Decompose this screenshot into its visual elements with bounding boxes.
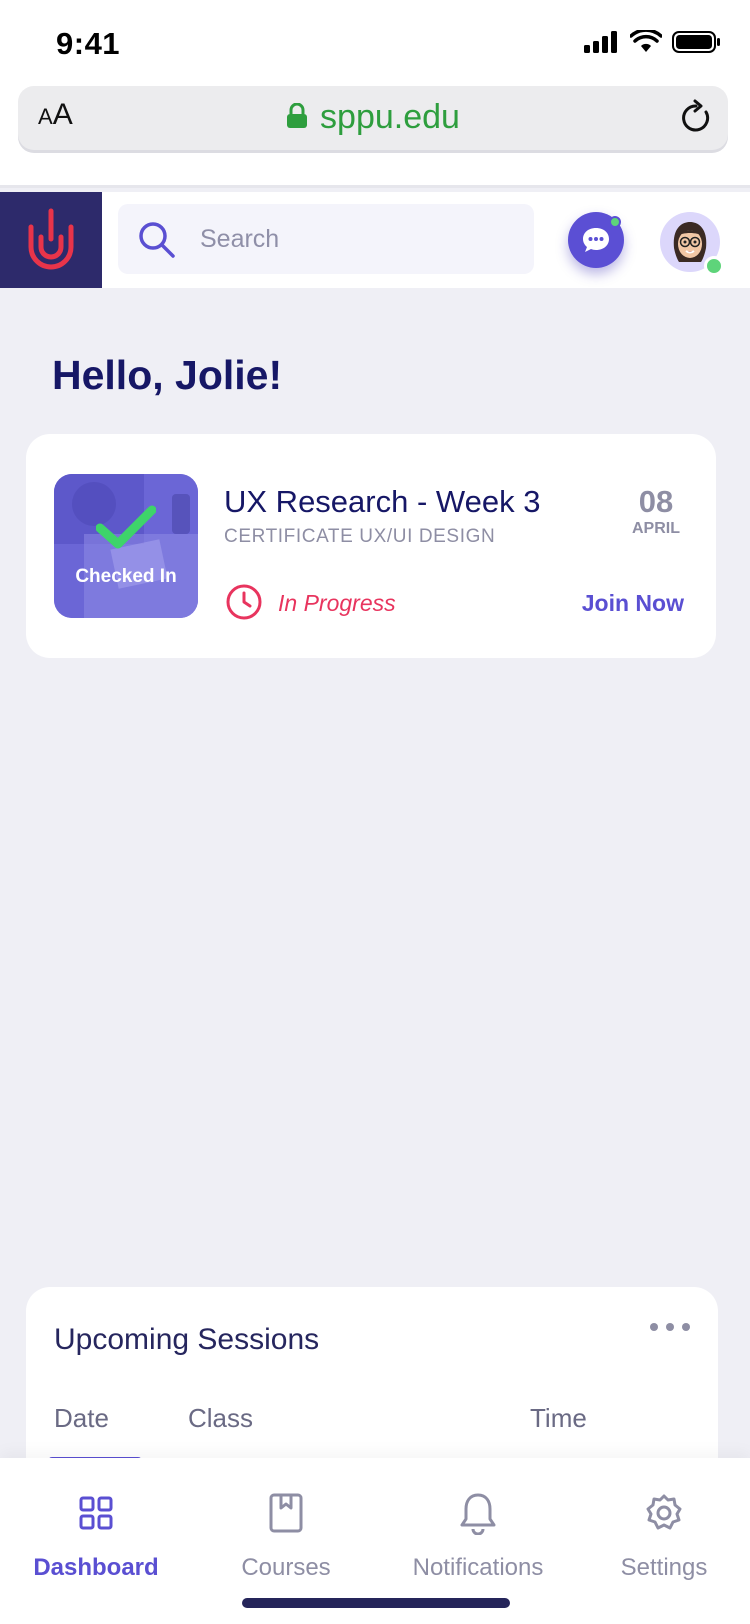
nav-item-settings[interactable]: Settings (574, 1488, 750, 1582)
nav-label-notifications: Notifications (412, 1554, 544, 1581)
checked-in-label: Checked In (75, 566, 177, 587)
reload-icon[interactable] (678, 98, 714, 138)
more-options-icon[interactable] (650, 1323, 690, 1331)
wifi-icon (630, 30, 662, 52)
status-time: 9:41 (56, 26, 121, 61)
chat-icon (583, 228, 609, 252)
session-status: In Progress (278, 590, 396, 616)
session-day: 08 (638, 484, 674, 519)
gear-icon (646, 1494, 682, 1530)
checkmark-icon (96, 505, 156, 549)
bottom-navigation: Dashboard Courses Notifications Settings (0, 1458, 750, 1624)
user-avatar[interactable] (660, 212, 724, 276)
url-display[interactable]: sppu.edu (18, 98, 728, 137)
bell-icon (460, 1493, 496, 1535)
clock-icon (226, 584, 262, 620)
book-icon (269, 1493, 303, 1533)
lock-icon (287, 103, 308, 129)
nav-item-courses[interactable]: Courses (196, 1488, 376, 1582)
browser-chrome: AA sppu.edu (0, 70, 750, 188)
app-logo[interactable] (0, 192, 102, 288)
column-header-date[interactable]: Date (54, 1403, 109, 1434)
upcoming-sessions-panel: Upcoming Sessions Date Class Time (26, 1287, 718, 1467)
battery-icon (672, 31, 720, 53)
session-course: CERTIFICATE UX/UI DESIGN (224, 526, 496, 547)
search-box[interactable]: Search (118, 204, 534, 274)
session-thumbnail: Checked In (54, 474, 198, 618)
home-indicator[interactable] (242, 1598, 510, 1608)
session-month: APRIL (632, 520, 680, 537)
search-icon (139, 222, 175, 258)
chat-button[interactable] (568, 212, 624, 268)
session-title: UX Research - Week 3 (224, 484, 541, 519)
chat-unread-dot (609, 216, 621, 228)
url-bar[interactable]: AA sppu.edu (18, 86, 728, 150)
grid-icon (79, 1496, 113, 1530)
status-icons (584, 30, 722, 54)
column-header-time[interactable]: Time (530, 1403, 587, 1434)
online-status-dot (704, 256, 724, 276)
nav-label-courses: Courses (241, 1554, 331, 1581)
join-now-button[interactable]: Join Now (582, 590, 684, 617)
cellular-signal-icon (584, 31, 617, 53)
upcoming-sessions-title: Upcoming Sessions (54, 1323, 320, 1356)
logo-icon (28, 208, 74, 270)
column-header-class[interactable]: Class (188, 1403, 253, 1434)
search-input[interactable]: Search (200, 225, 279, 254)
app-header: Search (0, 192, 750, 288)
nav-label-dashboard: Dashboard (33, 1554, 159, 1581)
current-session-card[interactable]: Checked In UX Research - Week 3 CERTIFIC… (26, 434, 716, 658)
nav-label-settings: Settings (620, 1554, 708, 1581)
greeting-heading: Hello, Jolie! (52, 352, 283, 398)
nav-item-notifications[interactable]: Notifications (388, 1488, 568, 1582)
url-text: sppu.edu (320, 98, 460, 136)
nav-item-dashboard[interactable]: Dashboard (6, 1488, 186, 1582)
